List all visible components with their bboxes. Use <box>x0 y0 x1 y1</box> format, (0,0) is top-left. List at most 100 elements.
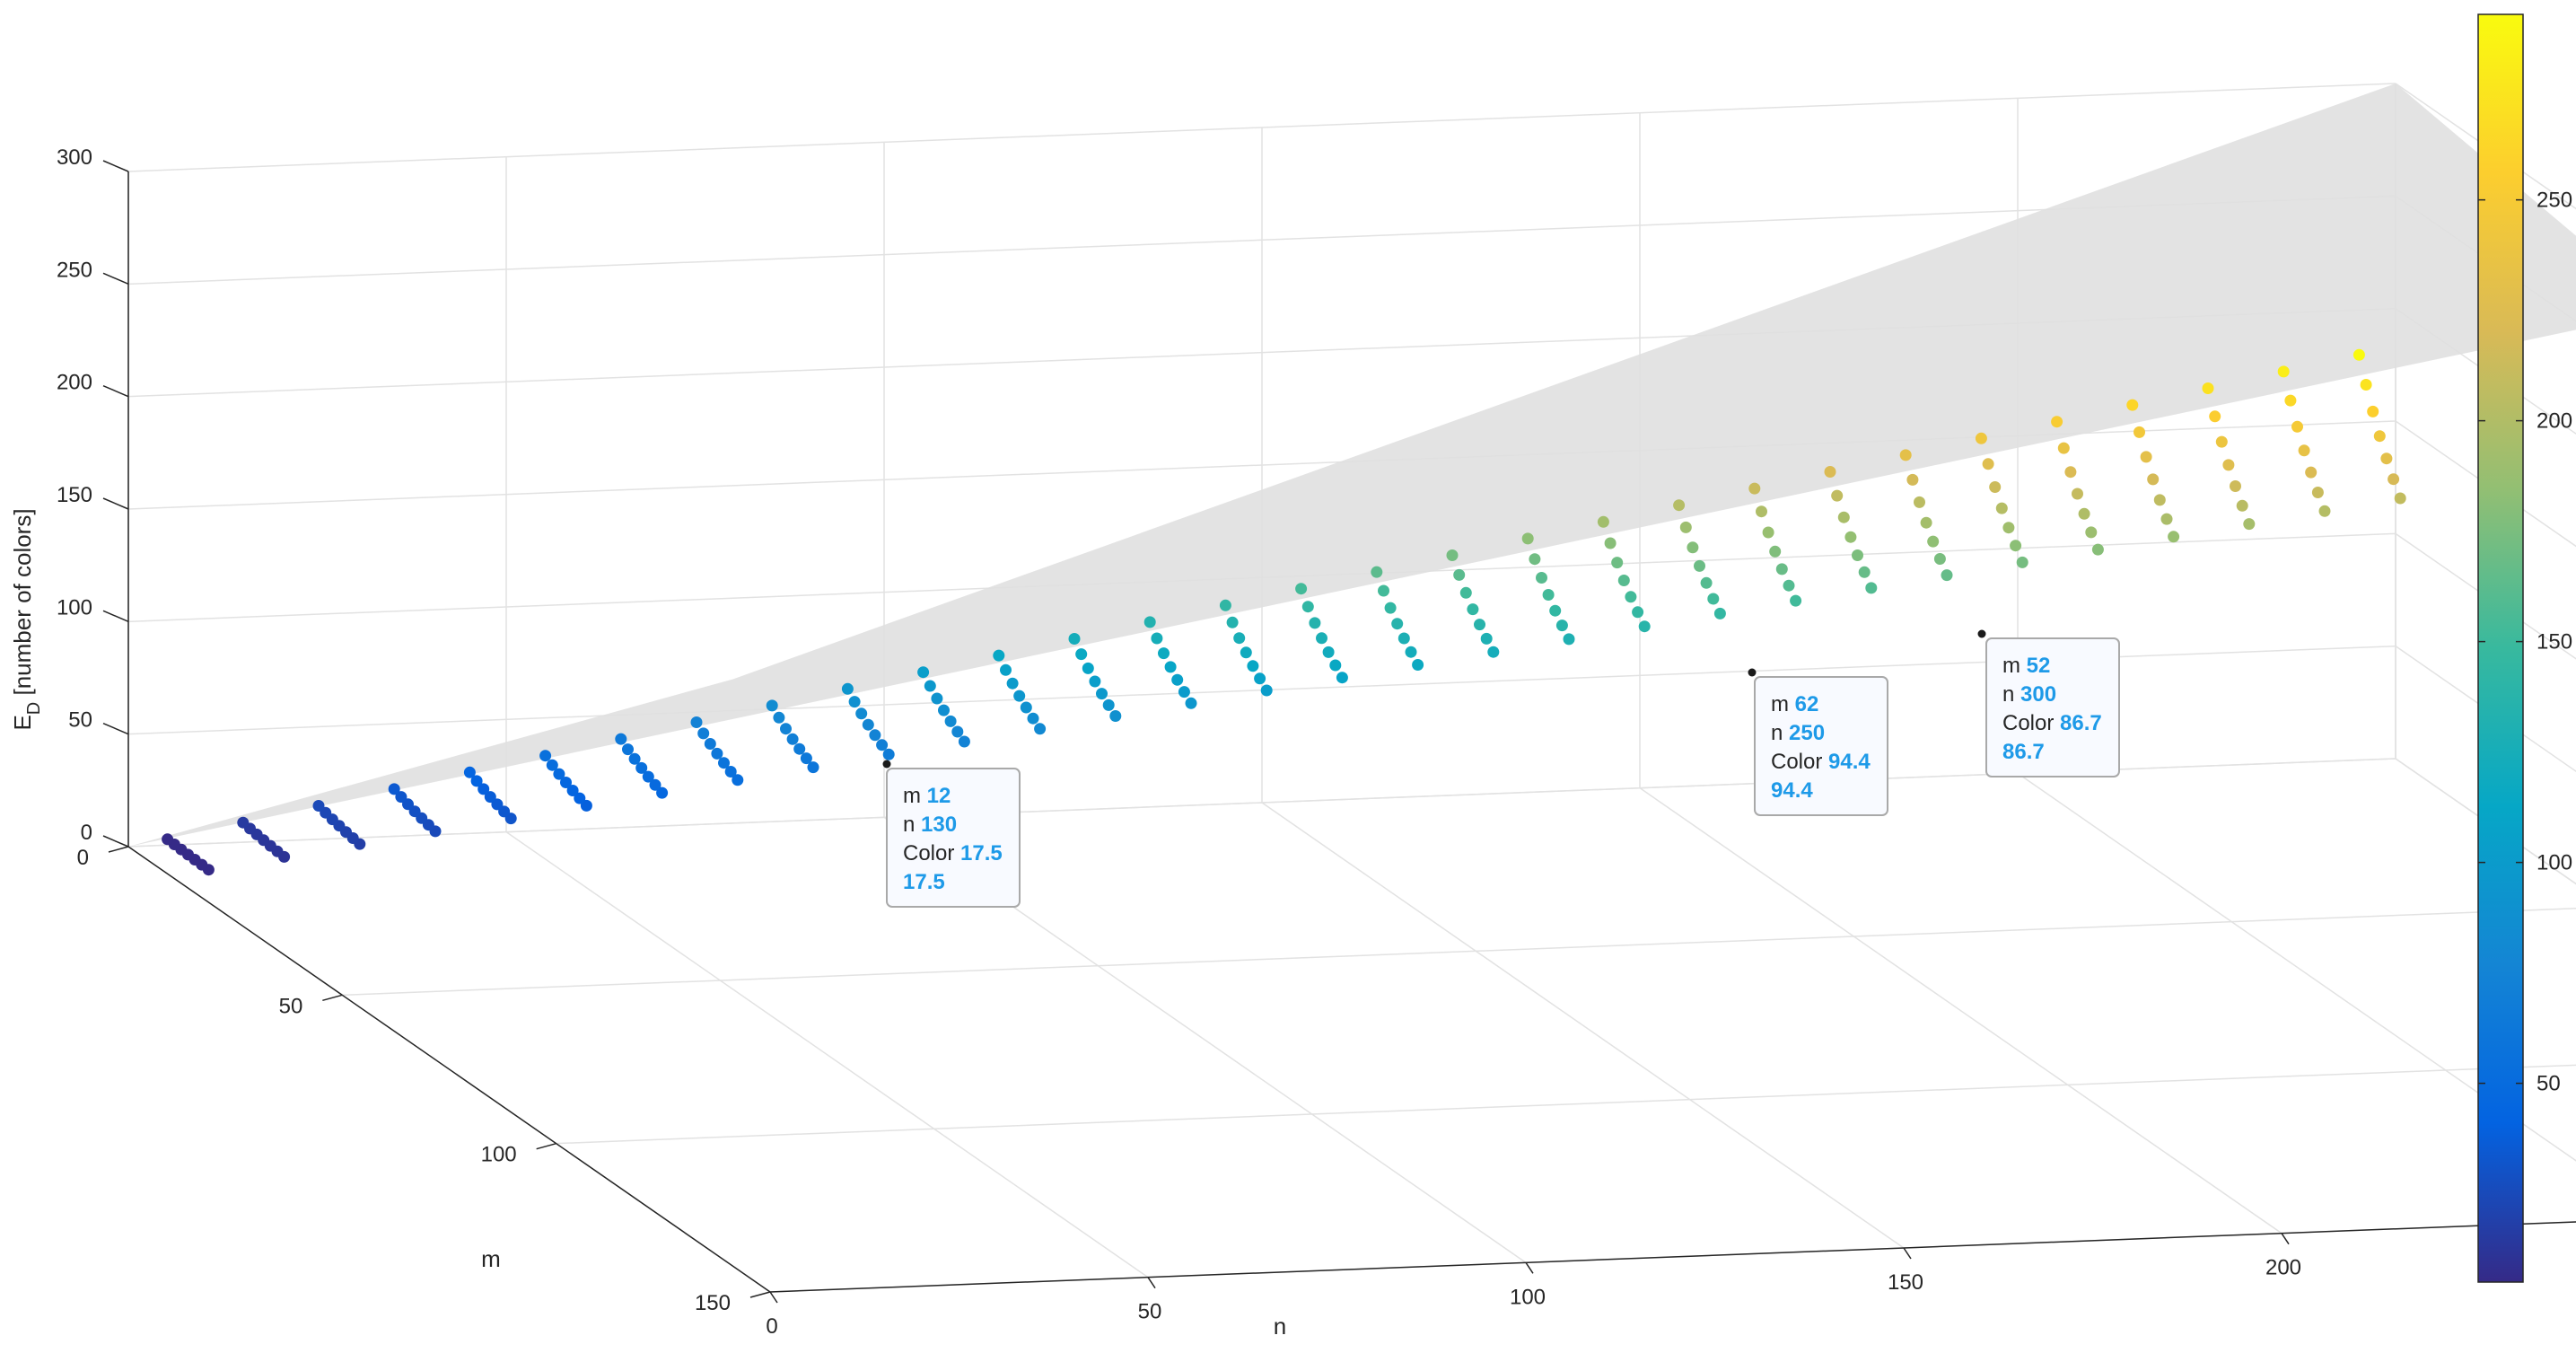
data-point[interactable] <box>1611 557 1624 569</box>
data-point[interactable] <box>539 750 552 762</box>
data-point[interactable] <box>1995 502 2008 514</box>
data-point[interactable] <box>1240 646 1252 659</box>
data-point[interactable] <box>1336 672 1348 684</box>
data-point[interactable] <box>1378 584 1389 597</box>
data-point[interactable] <box>931 692 943 705</box>
data-point[interactable] <box>1089 675 1101 688</box>
data-point[interactable] <box>2305 466 2318 479</box>
data-point[interactable] <box>463 766 476 778</box>
data-point[interactable] <box>1762 526 1774 539</box>
data-point[interactable] <box>1914 496 1925 508</box>
data-point[interactable] <box>1164 661 1177 673</box>
data-point[interactable] <box>704 738 716 750</box>
data-point[interactable] <box>1020 701 1032 714</box>
data-point[interactable] <box>841 682 854 695</box>
data-point[interactable] <box>1391 618 1404 630</box>
data-point[interactable] <box>2160 513 2173 525</box>
data-point[interactable] <box>1459 586 1472 599</box>
data-point[interactable] <box>1109 710 1122 722</box>
data-point[interactable] <box>690 716 703 728</box>
data-point[interactable] <box>2016 556 2028 568</box>
data-point[interactable] <box>2215 435 2228 448</box>
data-point[interactable] <box>1068 633 1081 645</box>
data-point[interactable] <box>1536 572 1547 584</box>
data-point[interactable] <box>766 699 778 712</box>
data-point[interactable] <box>1756 505 1767 518</box>
data-point[interactable] <box>1920 516 1932 529</box>
data-point[interactable] <box>1384 602 1397 614</box>
data-point[interactable] <box>924 680 936 692</box>
data-point[interactable] <box>1555 619 1568 632</box>
data-point[interactable] <box>1412 659 1424 671</box>
data-point[interactable] <box>1679 521 1692 533</box>
data-point[interactable] <box>388 783 400 795</box>
data-point[interactable] <box>1617 575 1630 586</box>
data-point[interactable] <box>615 733 627 745</box>
data-point[interactable] <box>1260 684 1273 697</box>
data-point[interactable] <box>1865 582 1878 594</box>
data-point[interactable] <box>2394 492 2406 505</box>
data-point[interactable] <box>2072 488 2083 500</box>
data-point[interactable] <box>2140 451 2152 463</box>
data-point[interactable] <box>1487 646 1500 658</box>
data-point[interactable] <box>1322 646 1335 658</box>
data-point[interactable] <box>862 718 874 731</box>
data-point[interactable] <box>1151 632 1163 645</box>
data-point[interactable] <box>1858 566 1871 578</box>
data-point[interactable] <box>1604 537 1617 549</box>
data-point[interactable] <box>1398 632 1410 645</box>
data-point[interactable] <box>718 757 730 769</box>
data-point[interactable] <box>855 707 868 720</box>
data-point[interactable] <box>1082 662 1094 674</box>
data-point[interactable] <box>2051 416 2063 428</box>
data-point[interactable] <box>628 752 641 765</box>
data-point[interactable] <box>1254 672 1266 685</box>
data-point[interactable] <box>2388 473 2400 486</box>
data-point[interactable] <box>958 735 970 748</box>
data-point[interactable] <box>2360 379 2372 391</box>
data-point[interactable] <box>1521 532 1534 545</box>
data-point[interactable] <box>1233 632 1246 645</box>
data-point[interactable] <box>1824 466 1836 478</box>
data-point[interactable] <box>2085 526 2098 539</box>
data-point[interactable] <box>2002 522 2015 534</box>
data-point[interactable] <box>1178 686 1190 698</box>
data-point[interactable] <box>546 759 558 771</box>
data-point[interactable] <box>2153 494 2166 506</box>
data-point[interactable] <box>1529 553 1541 566</box>
data-point[interactable] <box>2353 348 2365 361</box>
data-point[interactable] <box>1247 660 1259 672</box>
data-point[interactable] <box>2209 410 2221 423</box>
data-point[interactable] <box>1542 589 1555 601</box>
data-point[interactable] <box>2230 480 2241 492</box>
data-point[interactable] <box>697 727 710 740</box>
data-point[interactable] <box>1906 473 1919 486</box>
data-point[interactable] <box>1783 579 1795 592</box>
data-point[interactable] <box>780 723 792 735</box>
data-point[interactable] <box>1852 549 1863 561</box>
data-point[interactable] <box>1844 531 1857 543</box>
data-point[interactable] <box>1549 604 1562 617</box>
data-point[interactable] <box>1226 616 1239 628</box>
data-point[interactable] <box>1309 617 1321 629</box>
data-point[interactable] <box>711 747 723 760</box>
data-point[interactable] <box>1453 568 1466 581</box>
data-point[interactable] <box>1941 569 1953 582</box>
data-point[interactable] <box>1769 545 1782 558</box>
data-point[interactable] <box>1480 632 1493 645</box>
data-point[interactable] <box>1034 723 1047 735</box>
data-point[interactable] <box>876 739 889 751</box>
data-point[interactable] <box>793 742 806 755</box>
data-point[interactable] <box>1096 688 1108 700</box>
data-point[interactable] <box>800 752 812 765</box>
data-point[interactable] <box>1989 481 2002 493</box>
data-point[interactable] <box>2277 365 2290 378</box>
data-point[interactable] <box>1933 553 1946 565</box>
data-point[interactable] <box>944 715 957 727</box>
data-point[interactable] <box>1597 515 1609 528</box>
data-point[interactable] <box>237 816 250 829</box>
data-point[interactable] <box>312 800 325 812</box>
data-point[interactable] <box>1371 566 1383 578</box>
data-point[interactable] <box>2134 426 2145 438</box>
data-point[interactable] <box>1707 593 1720 605</box>
